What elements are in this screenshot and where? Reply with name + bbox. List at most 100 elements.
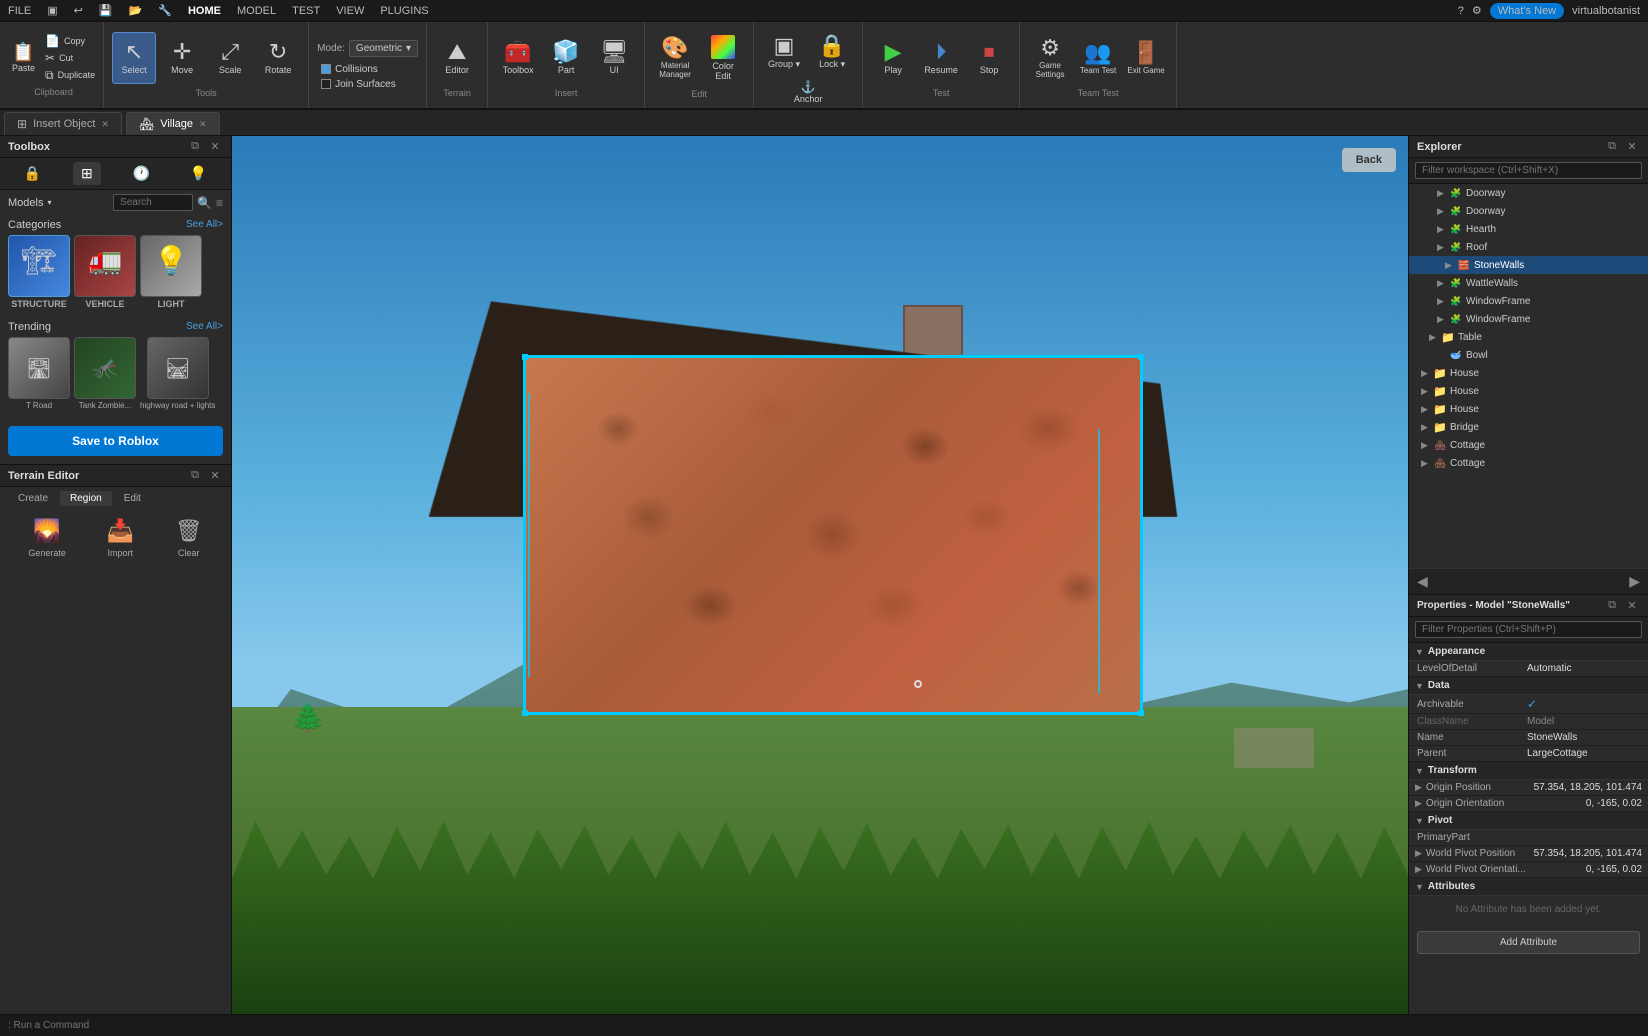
tree-item-bowl[interactable]: 🥣 Bowl — [1409, 346, 1648, 364]
ui-btn[interactable]: 🖥 UI — [592, 32, 636, 84]
toolbox-tab-clock[interactable]: 🕐 — [125, 162, 158, 185]
join-surfaces-toggle[interactable]: Join Surfaces — [317, 78, 418, 91]
terrain-generate-btn[interactable]: 🌄 Generate — [28, 518, 66, 558]
models-search-input[interactable] — [113, 194, 193, 211]
tree-item-house-2[interactable]: ▶ 📁 House — [1409, 382, 1648, 400]
new-btn[interactable]: ▣ — [47, 4, 57, 17]
prop-levelofdetail[interactable]: LevelOfDetail Automatic — [1409, 661, 1648, 677]
material-manager-btn[interactable]: 🎨 Material Manager — [653, 32, 697, 84]
transform-section-header[interactable]: ▼ Transform — [1409, 762, 1648, 780]
models-filter-icon[interactable]: ≡ — [216, 196, 223, 210]
trending-see-all[interactable]: See All> — [186, 321, 223, 333]
tree-item-house-3[interactable]: ▶ 📁 House — [1409, 400, 1648, 418]
toolbox-btn[interactable]: 🧰 Toolbox — [496, 32, 540, 84]
toolbox-tab-grid[interactable]: ⊞ — [73, 162, 101, 185]
mode-dropdown[interactable]: Geometric ▾ — [349, 40, 418, 57]
plugins-menu[interactable]: PLUGINS — [380, 5, 428, 17]
whats-new-btn[interactable]: What's New — [1490, 3, 1564, 19]
tree-item-windowframe-1[interactable]: ▶ 🧩 WindowFrame — [1409, 292, 1648, 310]
help-btn[interactable]: ? — [1458, 5, 1464, 17]
terrain-clear-btn[interactable]: 🗑 Clear — [175, 518, 203, 558]
tree-item-doorway-2[interactable]: ▶ 🧩 Doorway — [1409, 202, 1648, 220]
prop-origin-orientation[interactable]: ▶ Origin Orientation 0, -165, 0.02 — [1409, 796, 1648, 812]
category-light[interactable]: 💡 LIGHT — [140, 235, 202, 309]
paste-btn[interactable]: 📋 Paste — [12, 43, 35, 73]
category-vehicle[interactable]: 🚛 VEHICLE — [74, 235, 136, 309]
toolbox-tab-lock[interactable]: 🔒 — [16, 162, 49, 185]
tree-item-doorway-1[interactable]: ▶ 🧩 Doorway — [1409, 184, 1648, 202]
prop-primarypart[interactable]: PrimaryPart — [1409, 830, 1648, 846]
prop-world-pivot-position[interactable]: ▶ World Pivot Position 57.354, 18.205, 1… — [1409, 846, 1648, 862]
command-input[interactable] — [8, 1020, 1640, 1031]
prop-parent[interactable]: Parent LargeCottage — [1409, 746, 1648, 762]
properties-filter-input[interactable] — [1415, 621, 1642, 638]
settings-btn[interactable]: ⚙ — [1472, 4, 1482, 17]
add-attribute-btn[interactable]: Add Attribute — [1417, 931, 1640, 954]
prop-archivable[interactable]: Archivable ✓ — [1409, 695, 1648, 714]
toolbox-close-btn[interactable]: ✕ — [207, 140, 223, 153]
tree-item-wattlewalls[interactable]: ▶ 🧩 WattleWalls — [1409, 274, 1648, 292]
models-dropdown-btn[interactable]: Models ▾ — [8, 197, 51, 209]
move-btn[interactable]: ✛ Move — [160, 32, 204, 84]
prop-world-pivot-orientation[interactable]: ▶ World Pivot Orientati... 0, -165, 0.02 — [1409, 862, 1648, 878]
model-menu[interactable]: MODEL — [237, 5, 276, 17]
anchor-btn[interactable]: ⚓ Anchor — [786, 80, 830, 104]
terrain-tab-create[interactable]: Create — [8, 491, 58, 506]
explorer-popout-btn[interactable]: ⧉ — [1604, 140, 1620, 153]
data-section-header[interactable]: ▼ Data — [1409, 677, 1648, 695]
prop-classname[interactable]: ClassName Model — [1409, 714, 1648, 730]
tree-item-table[interactable]: ▶ 📁 Table — [1409, 328, 1648, 346]
tree-item-cottage-2[interactable]: ▶ 🏘 Cottage — [1409, 454, 1648, 472]
team-test-btn[interactable]: 👥 Team Test — [1076, 32, 1120, 84]
stop-btn[interactable]: ⏹ Stop — [967, 32, 1011, 84]
terrain-tab-region[interactable]: Region — [60, 491, 112, 506]
tree-item-hearth[interactable]: ▶ 🧩 Hearth — [1409, 220, 1648, 238]
tree-item-stonewalls[interactable]: ▶ 🧱 StoneWalls — [1409, 256, 1648, 274]
view-menu[interactable]: VIEW — [336, 5, 364, 17]
tree-item-cottage-1[interactable]: ▶ 🏘 Cottage — [1409, 436, 1648, 454]
tree-item-house-1[interactable]: ▶ 📁 House — [1409, 364, 1648, 382]
terrain-editor-btn[interactable]: ⛰ Editor — [435, 32, 479, 84]
scale-btn[interactable]: ⤢ Scale — [208, 32, 252, 84]
explorer-filter-input[interactable] — [1415, 162, 1642, 179]
trending-highway-road[interactable]: 🛤 highway road + lights — [140, 337, 215, 410]
save-file-btn[interactable]: 💾 — [99, 4, 113, 17]
close-village-tab[interactable]: ✕ — [199, 119, 207, 130]
tree-item-bridge[interactable]: ▶ 📁 Bridge — [1409, 418, 1648, 436]
properties-close-btn[interactable]: ✕ — [1624, 599, 1640, 612]
tree-nav-left[interactable]: ◀ — [1413, 571, 1432, 592]
toolbox-popout-btn[interactable]: ⧉ — [187, 140, 203, 153]
close-insert-object-tab[interactable]: ✕ — [101, 119, 109, 130]
terrain-editor-popout-btn[interactable]: ⧉ — [187, 469, 203, 482]
duplicate-btn[interactable]: ⧉Duplicate — [45, 68, 95, 83]
back-btn[interactable]: Back — [1342, 148, 1396, 172]
trending-troad[interactable]: 🛣 T Road — [8, 337, 70, 410]
exit-game-btn[interactable]: 🚪 Exit Game — [1124, 32, 1168, 84]
prop-origin-position[interactable]: ▶ Origin Position 57.354, 18.205, 101.47… — [1409, 780, 1648, 796]
tree-nav-right[interactable]: ▶ — [1625, 571, 1644, 592]
prop-name[interactable]: Name StoneWalls — [1409, 730, 1648, 746]
models-search-icon[interactable]: 🔍 — [197, 196, 212, 210]
collisions-toggle[interactable]: Collisions — [317, 63, 418, 76]
play-btn[interactable]: ▶ Play — [871, 32, 915, 84]
save-to-roblox-btn[interactable]: Save to Roblox — [8, 426, 223, 456]
viewport[interactable]: Back — [232, 136, 1408, 1014]
copy-btn[interactable]: 📄Copy — [45, 34, 95, 48]
tree-item-roof[interactable]: ▶ 🧩 Roof — [1409, 238, 1648, 256]
group-btn[interactable]: ▣ Group ▾ — [762, 26, 806, 78]
terrain-editor-close-btn[interactable]: ✕ — [207, 469, 223, 482]
game-settings-btn[interactable]: ⚙ Game Settings — [1028, 32, 1072, 84]
test-menu[interactable]: TEST — [292, 5, 320, 17]
publish-btn[interactable]: 🔧 — [158, 4, 172, 17]
categories-see-all[interactable]: See All> — [186, 219, 223, 231]
tree-item-windowframe-2[interactable]: ▶ 🧩 WindowFrame — [1409, 310, 1648, 328]
properties-popout-btn[interactable]: ⧉ — [1604, 599, 1620, 612]
user-account[interactable]: virtualbotanist — [1572, 5, 1640, 17]
home-menu[interactable]: HOME — [188, 5, 221, 17]
cut-btn[interactable]: ✂Cut — [45, 51, 95, 65]
terrain-import-btn[interactable]: 📥 Import — [107, 518, 134, 558]
tab-village[interactable]: 🏘 Village ✕ — [126, 112, 220, 135]
tab-insert-object[interactable]: ⊞ Insert Object ✕ — [4, 112, 122, 135]
open-btn[interactable]: 📂 — [129, 4, 143, 17]
terrain-tab-edit[interactable]: Edit — [114, 491, 151, 506]
